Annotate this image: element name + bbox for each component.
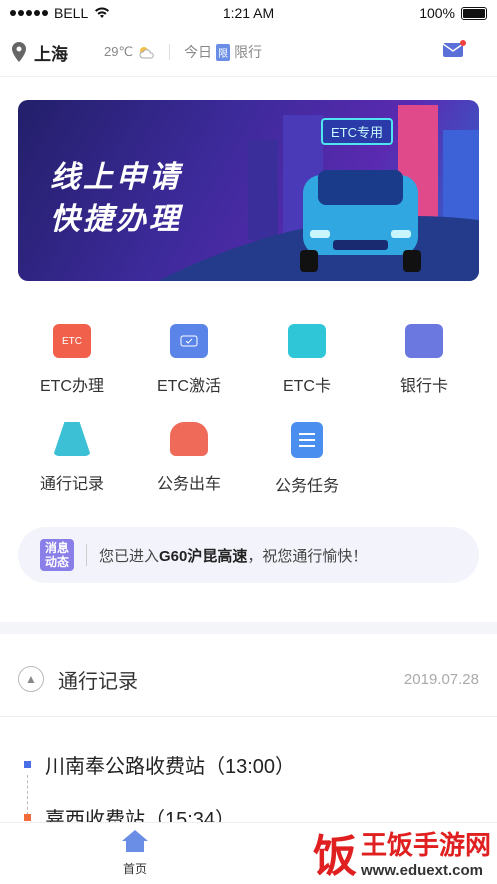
message-suffix: ，祝您通行愉快！ [247,547,368,565]
activate-icon [170,324,208,358]
message-highway: G60沪昆高速 [159,547,248,565]
road-icon: ▲ [18,666,44,692]
service-label: ETC卡 [282,378,331,395]
limit-tag: 限 [216,43,231,61]
message-prefix: 您已进入 [99,547,160,565]
message-bar[interactable]: 消息动态 您已进入G60沪昆高速，祝您通行愉快！ [18,527,479,583]
service-official-car[interactable]: 公务出车 [129,422,249,494]
service-label: 公务出车 [156,476,221,493]
service-pass-records[interactable]: 通行记录 [12,422,132,494]
banner-line2: 快捷办理 [50,203,182,236]
watermark: 饭 王饭手游网 www.eduext.com [313,820,491,884]
records-header[interactable]: ▲ 通行记录 2019.07.28 [18,662,479,696]
message-badge: 消息动态 [40,539,74,571]
stop-name: 川南奉公路收费站（13:00） [45,756,296,778]
location-pin-icon [12,42,26,62]
top-bar: 上海 29℃ 今日 限 限行 [0,28,497,77]
road-icon [53,422,91,456]
limit-label: 限行 [234,44,263,60]
records-title: 通行记录 [58,670,138,693]
banner-line1: 线上申请 [50,161,182,194]
traffic-limit[interactable]: 今日 限 限行 [184,42,262,62]
section-divider [0,622,497,634]
service-official-task[interactable]: 公务任务 [247,422,367,496]
tab-home[interactable]: 首页 [113,829,157,877]
mail-icon[interactable] [443,40,467,58]
service-label: 银行卡 [399,378,448,395]
service-label: 公务任务 [274,478,339,495]
bank-card-icon [405,324,443,358]
partly-cloudy-icon [139,47,154,59]
service-etc-activate[interactable]: ETC激活 [129,324,249,396]
message-text: 您已进入G60沪昆高速，祝您通行愉快！ [99,545,367,566]
records-date: 2019.07.28 [403,670,479,688]
card-icon [288,324,326,358]
home-icon [122,830,148,852]
battery-percent: 100% [419,5,455,21]
etc-card-icon: ETC [53,324,91,358]
service-label: ETC激活 [156,378,221,395]
service-etc-card[interactable]: ETC卡 [247,324,367,396]
divider [86,544,87,566]
tab-home-label: 首页 [122,862,147,876]
service-etc-apply[interactable]: ETC ETC办理 [12,324,132,396]
service-label: ETC办理 [39,378,104,395]
city-selector[interactable]: 上海 [12,40,68,65]
status-bar: BELL 1:21 AM 100% [0,0,497,26]
etc-sign: ETC专用 [321,118,394,145]
today-label: 今日 [184,44,213,60]
stop-marker [24,761,31,768]
car-icon [170,422,208,456]
record-stop[interactable]: 川南奉公路收费站（13:00） [24,750,295,779]
task-icon [291,422,323,458]
temperature: 29℃ [104,44,134,59]
city-name: 上海 [34,44,68,64]
service-label: 通行记录 [39,476,104,493]
watermark-name: 王饭手游网 [360,830,491,860]
divider [169,44,171,60]
service-bank-card[interactable]: 银行卡 [364,324,484,396]
promo-banner[interactable]: 线上申请 快捷办理 ETC专用 [18,100,479,281]
battery-icon [461,6,487,20]
weather: 29℃ [104,44,155,60]
watermark-url: www.eduext.com [360,862,483,879]
stop-marker [24,814,31,821]
watermark-logo: 饭 [312,831,357,882]
divider [0,716,497,717]
